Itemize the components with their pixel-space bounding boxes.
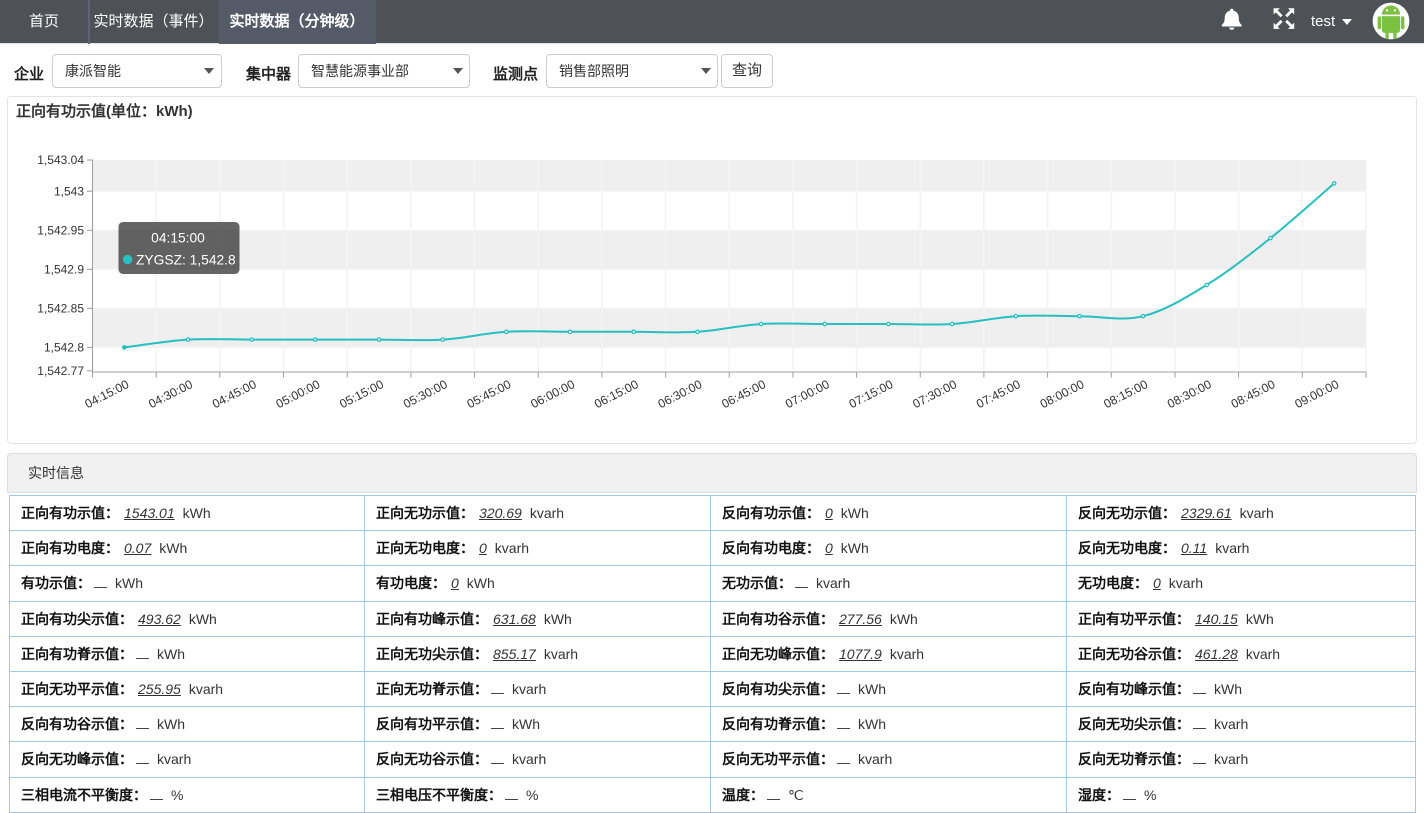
svg-text:1,543: 1,543 — [54, 184, 84, 198]
svg-text:08:15:00: 08:15:00 — [1101, 377, 1150, 411]
svg-text:08:00:00: 08:00:00 — [1038, 377, 1087, 411]
svg-text:06:30:00: 06:30:00 — [656, 377, 705, 411]
svg-text:07:30:00: 07:30:00 — [910, 377, 959, 411]
svg-text:ZYGSZ: 1,542.8: ZYGSZ: 1,542.8 — [136, 253, 236, 268]
svg-text:06:45:00: 06:45:00 — [719, 377, 768, 411]
svg-text:1,542.77: 1,542.77 — [37, 364, 84, 378]
svg-text:04:45:00: 04:45:00 — [210, 377, 259, 411]
svg-text:1,542.85: 1,542.85 — [37, 302, 84, 316]
svg-text:1,542.9: 1,542.9 — [44, 263, 84, 277]
svg-text:08:45:00: 08:45:00 — [1229, 377, 1278, 411]
svg-text:07:45:00: 07:45:00 — [974, 377, 1023, 411]
svg-text:1,543.04: 1,543.04 — [37, 153, 84, 167]
svg-text:1,542.8: 1,542.8 — [44, 341, 84, 355]
svg-text:1,542.95: 1,542.95 — [37, 223, 84, 237]
svg-text:08:30:00: 08:30:00 — [1165, 377, 1214, 411]
svg-text:05:30:00: 05:30:00 — [401, 377, 450, 411]
svg-text:04:30:00: 04:30:00 — [146, 377, 195, 411]
svg-text:05:15:00: 05:15:00 — [337, 377, 386, 411]
svg-text:04:15:00: 04:15:00 — [151, 230, 205, 245]
svg-text:07:00:00: 07:00:00 — [783, 377, 832, 411]
svg-text:07:15:00: 07:15:00 — [847, 377, 896, 411]
svg-text:05:45:00: 05:45:00 — [465, 377, 514, 411]
svg-text:06:00:00: 06:00:00 — [528, 377, 577, 411]
svg-text:04:15:00: 04:15:00 — [83, 377, 132, 411]
svg-text:05:00:00: 05:00:00 — [274, 377, 323, 411]
svg-text:06:15:00: 06:15:00 — [592, 377, 641, 411]
svg-text:09:00:00: 09:00:00 — [1292, 377, 1341, 411]
